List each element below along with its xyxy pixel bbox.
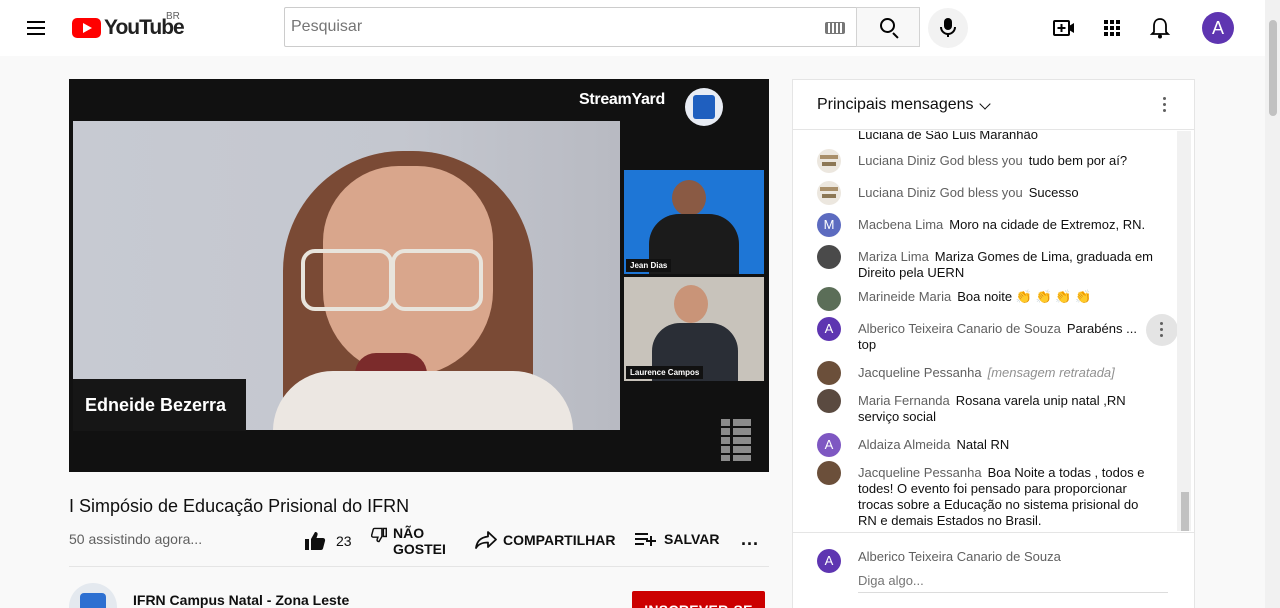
share-label: COMPARTILHAR [503, 532, 616, 548]
keyboard-icon[interactable] [825, 22, 845, 34]
account-avatar[interactable]: A [1202, 12, 1234, 44]
like-count: 23 [336, 533, 352, 549]
create-video-icon[interactable] [1052, 16, 1076, 40]
info-divider [69, 566, 769, 567]
chat-mode-selector[interactable]: Principais mensagens [817, 96, 974, 114]
play-logo-icon [72, 18, 101, 38]
chat-scrollbar-thumb[interactable] [1181, 492, 1189, 531]
dislike-label-line-1: NÃO [393, 525, 425, 541]
share-arrow-icon [475, 531, 497, 549]
share-button[interactable]: COMPARTILHAR [475, 531, 616, 549]
guest-feed: Laurence Campos [624, 277, 764, 381]
thumbs-up-icon [305, 532, 326, 550]
live-chat-panel: Principais mensagens Luciana de São Luis… [792, 79, 1195, 608]
chat-author-avatar[interactable] [817, 389, 841, 413]
video-title: I Simpósio de Educação Prisional do IFRN [69, 496, 410, 516]
chat-author[interactable]: Alberico Teixeira Canario de Souza [858, 321, 1061, 336]
chat-author[interactable]: Maria Fernanda [858, 393, 950, 408]
like-button[interactable]: 23 [304, 531, 352, 551]
chat-input-area: A Alberico Teixeira Canario de Souza [793, 532, 1194, 608]
search-input[interactable] [291, 8, 811, 46]
chevron-down-icon[interactable] [979, 98, 991, 110]
side-feed-label: Laurence Campos [626, 366, 704, 379]
save-label: SALVAR [664, 531, 720, 547]
chat-author[interactable]: Luciana Diniz God bless you [858, 153, 1023, 168]
chat-author-avatar[interactable] [817, 461, 841, 485]
chat-text: tudo bem por aí? [1028, 153, 1128, 168]
channel-avatar[interactable] [69, 583, 117, 608]
chat-author-avatar[interactable]: A [817, 433, 841, 457]
chat-author-avatar[interactable]: M [817, 213, 841, 237]
chat-author-avatar[interactable] [817, 149, 841, 173]
notifications-bell-icon[interactable] [1148, 16, 1172, 40]
dislike-label-line-2: GOSTEI [393, 541, 446, 557]
more-actions-button[interactable]: ... [741, 529, 759, 550]
chat-options-kebab-icon[interactable] [1163, 97, 1167, 113]
chat-message-list[interactable]: Luciana de São Luis Maranhão Luciana Din… [793, 131, 1194, 531]
ifrn-watermark-icon [721, 419, 751, 461]
dislike-button[interactable]: NÃO GOSTEI [371, 525, 446, 557]
page-scrollbar-thumb[interactable] [1269, 20, 1277, 116]
live-viewer-count: 50 assistindo agora... [69, 531, 203, 547]
chat-author[interactable]: Jacqueline Pessanha [858, 365, 982, 380]
chat-author[interactable]: Luciana Diniz God bless you [858, 185, 1023, 200]
search-icon [880, 18, 895, 33]
ifrn-logo-icon [685, 88, 723, 126]
menu-icon[interactable] [24, 16, 48, 40]
region-code: BR [166, 11, 180, 22]
message-menu-button[interactable] [1146, 314, 1178, 346]
chat-text: Sucesso [1028, 185, 1079, 200]
streamyard-brand: StreamYard [579, 91, 665, 108]
subscribe-button[interactable]: INSCREVER-SE [632, 591, 765, 608]
channel-name[interactable]: IFRN Campus Natal - Zona Leste [133, 592, 349, 608]
chat-header: Principais mensagens [793, 80, 1194, 130]
microphone-icon [940, 18, 956, 37]
side-feed-label: Jean Dias [626, 259, 672, 272]
apps-grid-icon[interactable] [1100, 16, 1124, 40]
save-button[interactable]: SALVAR [635, 531, 719, 547]
chat-text: Moro na cidade de Extremoz, RN. [949, 217, 1146, 232]
message-kebab-icon [1160, 322, 1164, 338]
playlist-add-icon [635, 533, 656, 546]
chat-scrollbar-track[interactable] [1177, 131, 1191, 531]
presenter-name-tag: Edneide Bezerra [73, 379, 246, 431]
chat-author[interactable]: Aldaiza Almeida [858, 437, 951, 452]
video-player[interactable]: Edneide Bezerra StreamYard Jean Dias Lau… [69, 79, 769, 472]
search-button[interactable] [856, 7, 920, 47]
chat-author-avatar[interactable] [817, 181, 841, 205]
search-box [284, 7, 857, 47]
chat-author-avatar[interactable] [817, 287, 841, 311]
chat-input-avatar: A [817, 549, 841, 573]
chat-text: Boa noite 👏 👏 👏 👏 [957, 289, 1092, 304]
chat-message-input[interactable] [858, 569, 1168, 593]
thumbs-down-icon [371, 527, 387, 543]
chat-input-author: Alberico Teixeira Canario de Souza [858, 549, 1061, 564]
chat-author[interactable]: Marineide Maria [858, 289, 951, 304]
interpreter-feed: Jean Dias [624, 170, 764, 274]
chat-author-avatar[interactable] [817, 245, 841, 269]
chat-author-avatar[interactable] [817, 361, 841, 385]
chat-retracted-text: [mensagem retratada] [987, 365, 1115, 380]
chat-author[interactable]: Mariza Lima [858, 249, 929, 264]
top-header: YouTube BR Pesquisar A [0, 0, 1280, 56]
youtube-live-page: YouTube BR Pesquisar A Edneide Bezerra S… [0, 0, 1280, 608]
chat-author[interactable]: Jacqueline Pessanha [858, 465, 982, 480]
chat-author-avatar[interactable]: A [817, 317, 841, 341]
chat-text: Natal RN [956, 437, 1010, 452]
voice-search-button[interactable] [928, 8, 968, 48]
chat-author[interactable]: Macbena Lima [858, 217, 943, 232]
